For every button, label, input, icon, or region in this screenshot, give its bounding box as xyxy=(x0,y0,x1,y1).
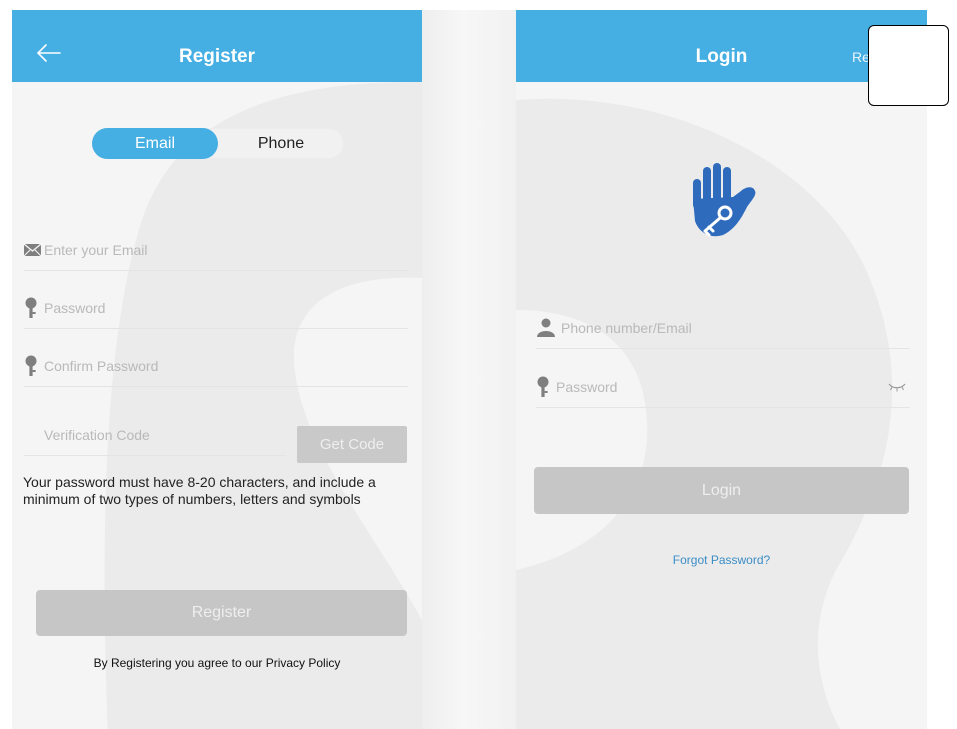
login-screen: Login Re Phone number/Email Password Log… xyxy=(516,10,927,729)
account-placeholder: Phone number/Email xyxy=(561,320,692,336)
person-icon xyxy=(537,318,555,337)
email-placeholder: Enter your Email xyxy=(44,242,148,258)
account-field[interactable]: Phone number/Email xyxy=(536,308,910,349)
register-title: Register xyxy=(178,46,256,67)
email-field[interactable]: Enter your Email xyxy=(24,230,408,271)
key-pin-icon xyxy=(25,297,37,318)
confirm-password-placeholder: Confirm Password xyxy=(44,358,159,374)
hand-key-icon xyxy=(693,163,756,237)
register-button[interactable]: Register xyxy=(36,590,407,636)
password-placeholder: Password xyxy=(44,300,106,316)
register-header: Register xyxy=(12,10,422,82)
password-field[interactable]: Password xyxy=(24,288,408,329)
login-password-field[interactable]: Password xyxy=(536,367,910,408)
verification-code-field[interactable]: Verification Code xyxy=(24,415,286,456)
forgot-password-link[interactable]: Forgot Password? xyxy=(516,553,927,567)
login-password-placeholder: Password xyxy=(556,379,618,395)
get-code-button[interactable]: Get Code xyxy=(297,426,407,463)
key-pin-icon xyxy=(537,376,549,397)
register-method-toggle: Email Phone xyxy=(92,128,344,159)
login-header: Login Re xyxy=(516,10,927,82)
login-button[interactable]: Login xyxy=(534,467,909,514)
verification-code-placeholder: Verification Code xyxy=(44,427,150,443)
tab-email[interactable]: Email xyxy=(92,128,218,159)
password-hint: Your password must have 8-20 characters,… xyxy=(23,474,376,507)
privacy-policy-note: By Registering you agree to our Privacy … xyxy=(93,656,341,670)
confirm-password-field[interactable]: Confirm Password xyxy=(24,346,408,387)
tab-phone[interactable]: Phone xyxy=(218,128,344,159)
screen-divider xyxy=(422,10,516,729)
overlay-box xyxy=(868,25,949,106)
key-pin-icon xyxy=(25,355,37,376)
register-screen: Register Email Phone Enter your Email Pa… xyxy=(12,10,422,729)
envelope-icon xyxy=(24,243,41,257)
eye-closed-icon[interactable] xyxy=(888,382,906,392)
